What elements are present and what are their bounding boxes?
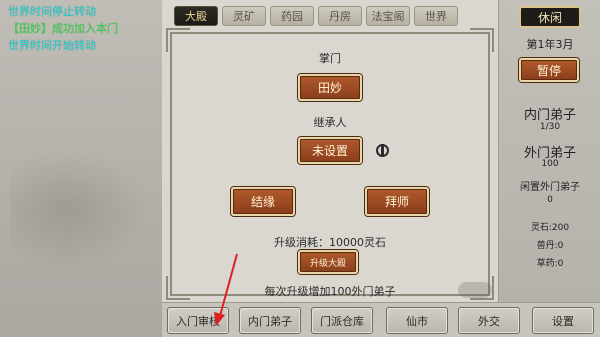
hall-panel: 大殿 灵矿 药园 丹房 法宝阁 世界 掌门 田妙 继承人 未设置 结缘 拜师 升… xyxy=(162,0,498,302)
upgrade-cost: 升级消耗：10000灵石 xyxy=(274,236,386,249)
inner-disciples-label: 内门弟子 xyxy=(523,108,576,123)
idle-outer-label: 闲置外门弟子 xyxy=(520,182,580,193)
bond-button[interactable]: 结缘 xyxy=(231,187,295,216)
log-line: 世界时间停止转动 xyxy=(8,5,96,18)
nav-settings[interactable]: 设置 xyxy=(532,307,594,334)
apprentice-button[interactable]: 拜师 xyxy=(365,187,429,216)
sect-info-panel: 休闲 第1年3月 暂停 内门弟子 1/30 外门弟子 100 闲置外门弟子 0 … xyxy=(498,0,600,302)
bottom-nav: 入门审核 内门弟子 门派仓库 仙市 外交 设置 xyxy=(162,302,600,337)
logo-watermark xyxy=(458,282,492,298)
tab-hall[interactable]: 大殿 xyxy=(174,6,218,26)
inner-disciples-value: 1/30 xyxy=(539,122,561,132)
tab-herb-garden[interactable]: 药园 xyxy=(270,6,314,26)
heir-button[interactable]: 未设置 xyxy=(298,137,362,164)
heir-info-icon[interactable] xyxy=(376,144,389,157)
log-line: 世界时间开始转动 xyxy=(8,39,96,52)
game-date: 第1年3月 xyxy=(526,38,574,51)
heir-label: 继承人 xyxy=(313,116,347,129)
tab-spirit-mine[interactable]: 灵矿 xyxy=(222,6,266,26)
nav-admission-review[interactable]: 入门审核 xyxy=(167,307,229,334)
beast-core-count: 兽丹:0 xyxy=(536,241,564,251)
spirit-stone-count: 灵石:200 xyxy=(530,223,570,233)
leader-button[interactable]: 田妙 xyxy=(298,74,362,101)
tab-world[interactable]: 世界 xyxy=(414,6,458,26)
frame-corner xyxy=(166,28,190,52)
mode-button[interactable]: 休闲 xyxy=(519,6,581,28)
nav-sect-warehouse[interactable]: 门派仓库 xyxy=(311,307,373,334)
location-tabs: 大殿 灵矿 药园 丹房 法宝阁 世界 xyxy=(174,6,458,26)
idle-outer-value: 0 xyxy=(547,195,553,205)
nav-inner-disciples[interactable]: 内门弟子 xyxy=(239,307,301,334)
frame-corner xyxy=(166,276,190,300)
tab-treasure-pavilion[interactable]: 法宝阁 xyxy=(366,6,410,26)
leader-label: 掌门 xyxy=(319,52,341,65)
nav-diplomacy[interactable]: 外交 xyxy=(458,307,520,334)
tab-alchemy-room[interactable]: 丹房 xyxy=(318,6,362,26)
herb-count: 草药:0 xyxy=(536,259,564,269)
outer-disciples-value: 100 xyxy=(541,159,559,169)
pause-button[interactable]: 暂停 xyxy=(519,58,579,82)
nav-immortal-market[interactable]: 仙市 xyxy=(386,307,448,334)
upgrade-note: 每次升级增加100外门弟子 xyxy=(264,285,396,298)
frame-corner xyxy=(470,28,494,52)
upgrade-hall-button[interactable]: 升级大殿 xyxy=(298,250,358,274)
event-log: 世界时间停止转动 【田妙】成功加入本门 世界时间开始转动 xyxy=(8,3,168,54)
log-line: 【田妙】成功加入本门 xyxy=(8,22,118,35)
